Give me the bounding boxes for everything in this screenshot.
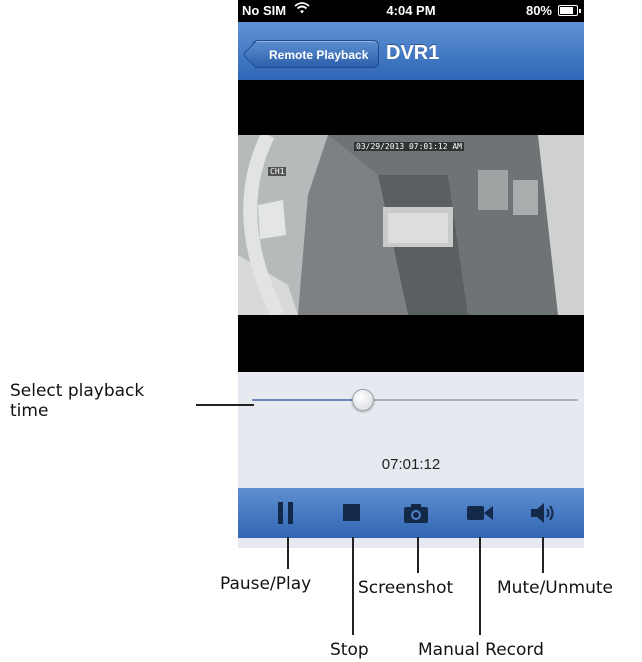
stop-icon [343,504,360,521]
screenshot-button[interactable] [386,488,446,538]
playback-time-label: 07:01:12 [381,456,441,473]
callout-line-slider [196,404,254,406]
callout-mute-unmute: Mute/Unmute [497,578,613,598]
callout-pause-play: Pause/Play [220,574,312,594]
mute-button[interactable] [514,488,574,538]
callout-line-stop [352,537,354,635]
callout-screenshot: Screenshot [358,578,454,598]
battery-percent: 80% [525,3,552,18]
camera-icon [404,504,428,523]
camera-feed: 03/29/2013 07:01:12 AM CH1 [238,135,584,315]
callout-line-mute [542,537,544,573]
slider-thumb[interactable] [351,389,374,411]
pause-icon [278,502,293,524]
video-camera-icon [467,506,493,520]
callout-stop: Stop [330,640,369,660]
toolbar [238,488,584,538]
record-button[interactable] [450,488,510,538]
callout-manual-record: Manual Record [418,640,544,660]
nav-bar: Remote Playback DVR1 [238,22,584,81]
callout-select-playback-time: Select playback time [10,381,144,421]
speaker-icon [531,503,554,523]
status-bar: No SIM 4:04 PM 80% [238,0,584,22]
page-title: DVR1 [386,42,440,64]
phone-screen: No SIM 4:04 PM 80% Remote Playback DVR1 [238,0,584,548]
stop-button[interactable] [322,488,382,538]
callout-select-playback-time-line1: Select playback [10,381,145,401]
playback-time-slider[interactable] [252,399,578,401]
back-button-label: Remote Playback [269,48,369,62]
callout-select-playback-time-line2: time [10,401,49,421]
video-timestamp: 03/29/2013 07:01:12 AM [354,142,464,151]
video-channel-label: CH1 [268,167,287,176]
slider-fill [252,399,363,401]
callout-line-record [479,537,481,635]
playback-controls: 07:01:12 [238,372,584,488]
video-player[interactable]: 03/29/2013 07:01:12 AM CH1 [238,80,584,372]
callout-line-pause [287,537,289,569]
callout-line-screenshot [417,537,419,573]
pause-button[interactable] [256,488,316,538]
battery-icon [558,5,581,16]
back-button[interactable]: Remote Playback [252,40,380,68]
